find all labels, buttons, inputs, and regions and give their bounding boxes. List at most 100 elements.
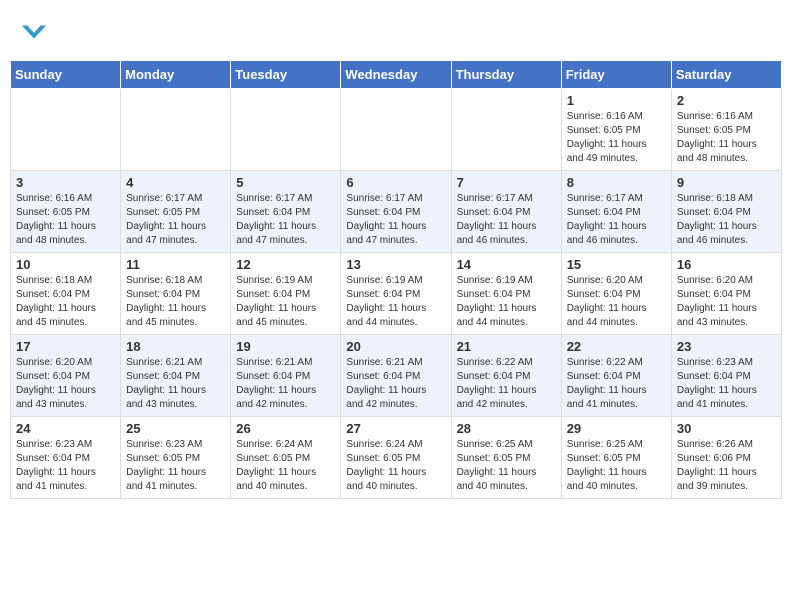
calendar-cell: 28 Sunrise: 6:25 AMSunset: 6:05 PMDayligh… [451,417,561,499]
calendar-cell [341,89,451,171]
calendar-cell: 10 Sunrise: 6:18 AMSunset: 6:04 PMDayligh… [11,253,121,335]
calendar-cell [121,89,231,171]
logo-icon [20,18,48,46]
day-number: 24 [16,421,115,436]
day-info: Sunrise: 6:19 AMSunset: 6:04 PMDaylight:… [457,274,556,330]
calendar-cell: 8 Sunrise: 6:17 AMSunset: 6:04 PMDaylight… [561,171,671,253]
logo [20,18,52,46]
day-number: 5 [236,175,335,190]
calendar-cell [231,89,341,171]
calendar-header-saturday: Saturday [671,61,781,89]
calendar-header-row: SundayMondayTuesdayWednesdayThursdayFrid… [11,61,782,89]
calendar-cell: 1Sunrise: 6:16 AMSunset: 6:05 PMDaylight… [561,89,671,171]
calendar-week-row: 10 Sunrise: 6:18 AMSunset: 6:04 PMDayligh… [11,253,782,335]
calendar-header-tuesday: Tuesday [231,61,341,89]
calendar-cell: 3Sunrise: 6:16 AMSunset: 6:05 PMDaylight… [11,171,121,253]
calendar-table: SundayMondayTuesdayWednesdayThursdayFrid… [10,60,782,499]
calendar-cell: 22 Sunrise: 6:22 AMSunset: 6:04 PMDayligh… [561,335,671,417]
day-info: Sunrise: 6:23 AMSunset: 6:04 PMDaylight:… [16,438,115,494]
calendar-cell: 13 Sunrise: 6:19 AMSunset: 6:04 PMDayligh… [341,253,451,335]
day-number: 12 [236,257,335,272]
calendar-cell: 5 Sunrise: 6:17 AMSunset: 6:04 PMDaylight… [231,171,341,253]
calendar-cell: 26Sunrise: 6:24 AMSunset: 6:05 PMDayligh… [231,417,341,499]
calendar-cell: 16Sunrise: 6:20 AMSunset: 6:04 PMDayligh… [671,253,781,335]
calendar-cell: 18 Sunrise: 6:21 AMSunset: 6:04 PMDayligh… [121,335,231,417]
day-number: 25 [126,421,225,436]
day-info: Sunrise: 6:17 AMSunset: 6:04 PMDaylight:… [567,192,666,248]
day-number: 22 [567,339,666,354]
day-number: 6 [346,175,445,190]
calendar-cell: 7Sunrise: 6:17 AMSunset: 6:04 PMDaylight… [451,171,561,253]
day-info: Sunrise: 6:20 AMSunset: 6:04 PMDaylight:… [16,356,115,412]
day-number: 14 [457,257,556,272]
day-number: 2 [677,93,776,108]
calendar-week-row: 17 Sunrise: 6:20 AMSunset: 6:04 PMDayligh… [11,335,782,417]
day-number: 15 [567,257,666,272]
day-info: Sunrise: 6:18 AMSunset: 6:04 PMDaylight:… [16,274,115,330]
day-info: Sunrise: 6:22 AMSunset: 6:04 PMDaylight:… [567,356,666,412]
calendar-cell: 29 Sunrise: 6:25 AMSunset: 6:05 PMDayligh… [561,417,671,499]
day-number: 20 [346,339,445,354]
calendar-cell: 23 Sunrise: 6:23 AMSunset: 6:04 PMDayligh… [671,335,781,417]
day-info: Sunrise: 6:17 AMSunset: 6:05 PMDaylight:… [126,192,225,248]
calendar-cell: 30 Sunrise: 6:26 AMSunset: 6:06 PMDayligh… [671,417,781,499]
day-number: 13 [346,257,445,272]
calendar-week-row: 1Sunrise: 6:16 AMSunset: 6:05 PMDaylight… [11,89,782,171]
day-info: Sunrise: 6:21 AMSunset: 6:04 PMDaylight:… [346,356,445,412]
day-number: 26 [236,421,335,436]
calendar-cell: 2 Sunrise: 6:16 AMSunset: 6:05 PMDaylight… [671,89,781,171]
day-number: 17 [16,339,115,354]
calendar-cell: 14 Sunrise: 6:19 AMSunset: 6:04 PMDayligh… [451,253,561,335]
day-info: Sunrise: 6:25 AMSunset: 6:05 PMDaylight:… [567,438,666,494]
day-info: Sunrise: 6:21 AMSunset: 6:04 PMDaylight:… [126,356,225,412]
day-info: Sunrise: 6:25 AMSunset: 6:05 PMDaylight:… [457,438,556,494]
day-number: 21 [457,339,556,354]
day-number: 9 [677,175,776,190]
day-info: Sunrise: 6:18 AMSunset: 6:04 PMDaylight:… [677,192,776,248]
calendar-cell: 6 Sunrise: 6:17 AMSunset: 6:04 PMDaylight… [341,171,451,253]
day-info: Sunrise: 6:17 AMSunset: 6:04 PMDaylight:… [236,192,335,248]
day-number: 28 [457,421,556,436]
day-info: Sunrise: 6:23 AMSunset: 6:04 PMDaylight:… [677,356,776,412]
calendar-header-wednesday: Wednesday [341,61,451,89]
calendar-week-row: 24 Sunrise: 6:23 AMSunset: 6:04 PMDayligh… [11,417,782,499]
calendar-header-friday: Friday [561,61,671,89]
day-info: Sunrise: 6:17 AMSunset: 6:04 PMDaylight:… [457,192,556,248]
day-info: Sunrise: 6:19 AMSunset: 6:04 PMDaylight:… [346,274,445,330]
day-number: 3 [16,175,115,190]
day-info: Sunrise: 6:16 AMSunset: 6:05 PMDaylight:… [567,110,666,166]
day-info: Sunrise: 6:24 AMSunset: 6:05 PMDaylight:… [346,438,445,494]
calendar-header-monday: Monday [121,61,231,89]
calendar-cell: 17 Sunrise: 6:20 AMSunset: 6:04 PMDayligh… [11,335,121,417]
day-info: Sunrise: 6:20 AMSunset: 6:04 PMDaylight:… [567,274,666,330]
day-info: Sunrise: 6:18 AMSunset: 6:04 PMDaylight:… [126,274,225,330]
calendar-cell: 27 Sunrise: 6:24 AMSunset: 6:05 PMDayligh… [341,417,451,499]
day-number: 19 [236,339,335,354]
day-info: Sunrise: 6:17 AMSunset: 6:04 PMDaylight:… [346,192,445,248]
day-number: 30 [677,421,776,436]
calendar-cell [11,89,121,171]
calendar-header-sunday: Sunday [11,61,121,89]
day-number: 11 [126,257,225,272]
calendar-cell: 25Sunrise: 6:23 AMSunset: 6:05 PMDayligh… [121,417,231,499]
calendar-header-thursday: Thursday [451,61,561,89]
calendar-cell: 21 Sunrise: 6:22 AMSunset: 6:04 PMDayligh… [451,335,561,417]
calendar-cell: 20 Sunrise: 6:21 AMSunset: 6:04 PMDayligh… [341,335,451,417]
day-number: 29 [567,421,666,436]
calendar-cell: 9 Sunrise: 6:18 AMSunset: 6:04 PMDaylight… [671,171,781,253]
calendar-week-row: 3Sunrise: 6:16 AMSunset: 6:05 PMDaylight… [11,171,782,253]
calendar-cell: 19 Sunrise: 6:21 AMSunset: 6:04 PMDayligh… [231,335,341,417]
day-number: 8 [567,175,666,190]
day-info: Sunrise: 6:16 AMSunset: 6:05 PMDaylight:… [677,110,776,166]
calendar-cell: 12Sunrise: 6:19 AMSunset: 6:04 PMDayligh… [231,253,341,335]
day-number: 10 [16,257,115,272]
day-info: Sunrise: 6:22 AMSunset: 6:04 PMDaylight:… [457,356,556,412]
day-number: 23 [677,339,776,354]
day-info: Sunrise: 6:26 AMSunset: 6:06 PMDaylight:… [677,438,776,494]
day-number: 18 [126,339,225,354]
page-header [10,10,782,54]
day-number: 27 [346,421,445,436]
day-number: 4 [126,175,225,190]
day-number: 16 [677,257,776,272]
day-info: Sunrise: 6:21 AMSunset: 6:04 PMDaylight:… [236,356,335,412]
